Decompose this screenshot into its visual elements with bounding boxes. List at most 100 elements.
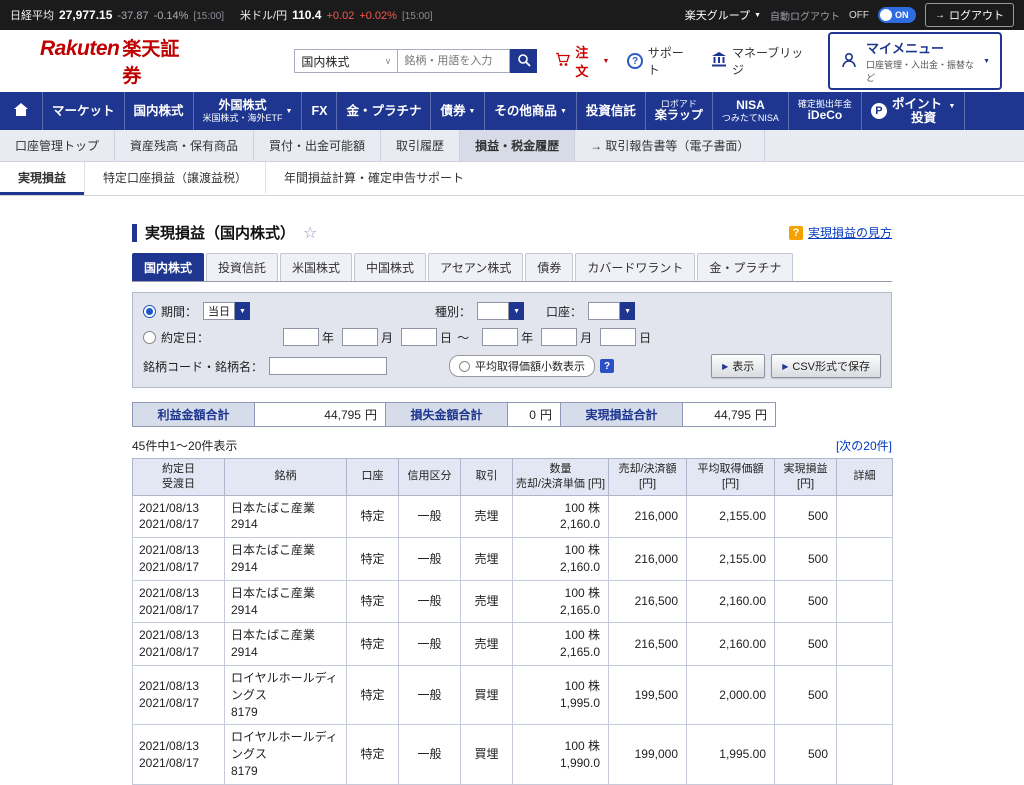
cell-trade: 売埋 [461, 623, 513, 666]
cell-quantity-price: 100 株 1,990.0 [513, 725, 609, 784]
avg-price-decimal-button[interactable]: 平均取得価額小数表示 [449, 355, 595, 377]
table-row: 2021/08/13 2021/08/17 日本たばこ産業 2914 特定 一般… [133, 538, 893, 581]
nav-item[interactable]: 投資信託 [577, 92, 646, 130]
period-select[interactable]: 当日 ▼ [203, 302, 250, 320]
nav-item-line1: NISA [722, 99, 779, 113]
usdjpy-change: +0.02 [326, 10, 354, 22]
auto-logout-toggle[interactable]: ON [878, 7, 916, 23]
nav-item[interactable]: NISA つみたてNISA [713, 92, 789, 130]
csv-save-button-label: CSV形式で保存 [792, 358, 870, 374]
cell-sale-amount: 216,500 [609, 580, 687, 623]
period-radio[interactable]: 期間： [143, 303, 197, 320]
rakuten-group-link[interactable]: 楽天グループ ▼ [685, 7, 761, 23]
trade-date-radio[interactable]: 約定日： [143, 329, 209, 346]
toggle-knob [880, 9, 892, 21]
nav-item[interactable]: ロボアド 楽ラップ [646, 92, 713, 130]
cell-dates: 2021/08/13 2021/08/17 [133, 495, 225, 538]
product-tab-label: カバードワラント [587, 261, 683, 275]
order-menu-button[interactable]: 注文 ▼ [555, 42, 609, 80]
product-tab[interactable]: 投資信託 [206, 253, 278, 281]
symbol-input[interactable] [269, 357, 387, 375]
display-button[interactable]: ▶ 表示 [711, 354, 765, 378]
nav-item[interactable]: 国内株式 [125, 92, 194, 130]
nav-home[interactable] [0, 92, 43, 130]
nav-item[interactable]: 金・プラチナ [337, 92, 431, 130]
cell-symbol: ロイヤルホールディングス 8179 [225, 666, 347, 725]
product-tab[interactable]: 金・プラチナ [697, 253, 793, 281]
from-month-input[interactable] [342, 328, 378, 346]
nav-item[interactable]: FX [302, 92, 337, 130]
radio-selected-icon [143, 305, 156, 318]
col-detail: 詳細 [837, 459, 893, 496]
nav-item[interactable]: 確定拠出年金 iDeCo [789, 92, 862, 130]
moneybridge-link[interactable]: マネーブリッジ [711, 44, 810, 78]
nav-item[interactable]: その他商品 ▼ [485, 92, 576, 130]
type-select[interactable]: ▼ [477, 302, 524, 320]
search-input[interactable] [398, 49, 510, 73]
product-tab[interactable]: 米国株式 [280, 253, 352, 281]
net-pl-total-value: 44,795円 [682, 402, 776, 427]
from-day-input[interactable] [401, 328, 437, 346]
chevron-down-icon: ▼ [286, 108, 293, 115]
nav-point-line2: 投資 [892, 111, 955, 125]
table-row: 2021/08/13 2021/08/17 日本たばこ産業 2914 特定 一般… [133, 580, 893, 623]
product-tab[interactable]: 中国株式 [354, 253, 426, 281]
subnav-item[interactable]: → 取引報告書等（電子書面） [575, 130, 765, 161]
nav-item-line2: 米国株式・海外ETF [203, 113, 283, 123]
nav-item[interactable]: マーケット [43, 92, 125, 130]
cell-realized-pl: 500 [775, 538, 837, 581]
subnav-item[interactable]: 取引履歴 [381, 130, 460, 161]
product-tab[interactable]: カバードワラント [575, 253, 695, 281]
chevron-down-icon: ▼ [509, 302, 524, 320]
search-category-select[interactable]: 国内株式 ∨ [294, 49, 398, 73]
product-tab[interactable]: 国内株式 [132, 253, 204, 281]
rakuten-logo[interactable]: Rakuten 楽天証券 [40, 34, 190, 88]
cell-avg-acquisition: 2,000.00 [687, 666, 775, 725]
nav-item-line2: 楽ラップ [655, 109, 703, 123]
cell-margin-type: 一般 [399, 538, 461, 581]
symbol-label: 銘柄コード・銘柄名： [143, 358, 263, 375]
section-tab[interactable]: 特定口座損益（譲渡益税） [84, 162, 265, 195]
product-tab[interactable]: アセアン株式 [428, 253, 523, 281]
logout-button[interactable]: → ログアウト [925, 3, 1014, 27]
from-year-input[interactable] [283, 328, 319, 346]
cell-sale-amount: 199,500 [609, 666, 687, 725]
favorite-star-icon[interactable]: ☆ [303, 223, 317, 243]
nav-item[interactable]: 債券 ▼ [431, 92, 485, 130]
to-day-input[interactable] [600, 328, 636, 346]
cell-margin-type: 一般 [399, 666, 461, 725]
year-label: 年 [322, 329, 334, 346]
nikkei-time: [15:00] [193, 11, 224, 22]
subnav-item[interactable]: 損益・税金履歴 [460, 130, 575, 161]
my-menu-button[interactable]: マイメニュー 口座管理・入出金・振替など ▼ [828, 32, 1002, 90]
result-count: 45件中1～20件表示 [132, 437, 237, 454]
section-tab[interactable]: 年間損益計算・確定申告サポート [265, 162, 482, 195]
col-realized-pl: 実現損益 [円] [775, 459, 837, 496]
search-button[interactable] [510, 49, 537, 73]
subnav-item[interactable]: 資産残高・保有商品 [115, 130, 254, 161]
product-tab[interactable]: 債券 [525, 253, 573, 281]
mymenu-subtitle: 口座管理・入出金・振替など [866, 58, 975, 84]
next-page-link[interactable]: [次の20件] [836, 437, 892, 454]
nav-item-line1: その他商品 [494, 104, 557, 118]
subnav-item[interactable]: 買付・出金可能額 [254, 130, 381, 161]
chevron-down-icon: ∨ [385, 56, 392, 67]
account-select[interactable]: ▼ [588, 302, 635, 320]
filter-panel: 期間： 当日 ▼ 種別： ▼ 口座： ▼ [132, 292, 892, 388]
csv-save-button[interactable]: ▶ CSV形式で保存 [771, 354, 881, 378]
pl-guide-link[interactable]: 実現損益の見方 [808, 224, 892, 241]
product-tab-label: 金・プラチナ [709, 261, 781, 275]
to-year-input[interactable] [482, 328, 518, 346]
section-tab-label: 年間損益計算・確定申告サポート [284, 169, 464, 186]
subnav-item[interactable]: 口座管理トップ [0, 130, 115, 161]
nikkei-ticker: 日経平均 27,977.15 -37.87 -0.14% [15:00] [10, 7, 224, 23]
nav-item[interactable]: 外国株式 米国株式・海外ETF ▼ [194, 92, 303, 130]
support-link[interactable]: ? サポート [627, 44, 693, 78]
section-tab[interactable]: 実現損益 [0, 162, 84, 195]
nav-point-invest[interactable]: P ポイント ▼ 投資 [862, 92, 965, 130]
triangle-right-icon: ▶ [722, 362, 728, 371]
help-icon[interactable]: ? [600, 359, 614, 373]
nikkei-label: 日経平均 [10, 7, 54, 23]
product-tabs: 国内株式 投資信託 米国株式 中国株式 アセアン株式 債券 カバードワラント [132, 253, 892, 282]
to-month-input[interactable] [541, 328, 577, 346]
